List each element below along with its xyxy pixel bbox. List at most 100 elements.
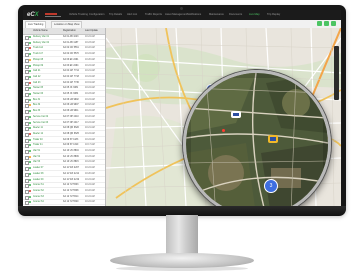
lens-cluster-marker[interactable]: 3 bbox=[264, 179, 278, 193]
list-item[interactable]: Tanker 05 KA 05 JK 3381 10:24 AM bbox=[23, 86, 105, 92]
column-vehicle-name[interactable]: Vehicle Name bbox=[33, 28, 48, 34]
list-item[interactable]: Service Car 03 KA 07 NP 4417 10:24 AM bbox=[23, 121, 105, 126]
status-dot-icon bbox=[29, 161, 31, 164]
list-item[interactable]: Tanker 06 KA 05 JK 3384 10:23 AM bbox=[23, 92, 105, 97]
list-item[interactable]: Reefer 12 KA 08 QR 6625 10:24 AM bbox=[23, 132, 105, 137]
vehicle-name: Loader 07 bbox=[33, 167, 44, 170]
nav-item[interactable]: Traffic Reports bbox=[145, 12, 162, 18]
last-update-time: 10:24 AM bbox=[85, 132, 95, 135]
list-item[interactable]: Pickup 09 KA 03 EF 2294 10:24 AM bbox=[23, 64, 105, 69]
list-item[interactable]: Truck 114 KA 02 CD 5561 10:22 AM bbox=[23, 46, 105, 52]
vehicle-registration: KA 12 YZ 5520 bbox=[63, 201, 79, 204]
list-item[interactable]: Cab 23 KA 04 GH 7730 10:19 AM bbox=[23, 81, 105, 86]
vehicle-registration: KA 08 QR 6620 bbox=[63, 127, 79, 130]
list-item[interactable]: Cab 21 KA 04 GH 7712 10:21 AM bbox=[23, 69, 105, 75]
vehicle-name: Delivery Van 02 bbox=[33, 41, 50, 44]
list-item[interactable]: Bus 32 KA 06 LM 9907 10:18 AM bbox=[23, 103, 105, 109]
list-item[interactable]: Van 52 KA 10 UV 8809 10:23 AM bbox=[23, 155, 105, 160]
nav-item[interactable]: Configuration bbox=[89, 12, 104, 18]
vehicle-registration: KA 11 WX 2212 bbox=[63, 172, 80, 175]
app-logo[interactable]: eCX bbox=[27, 11, 39, 19]
vehicle-registration: KA 11 WX 2207 bbox=[63, 167, 80, 170]
last-update-time: 10:23 AM bbox=[85, 93, 95, 95]
vehicle-registration: KA 06 LM 9902 bbox=[63, 98, 79, 101]
list-item[interactable]: Reefer 11 KA 08 QR 6620 10:21 AM bbox=[23, 126, 105, 132]
list-item[interactable]: Courier 64 KA 12 YZ 5520 10:24 AM bbox=[23, 200, 105, 206]
last-update-time: 10:24 AM bbox=[85, 195, 95, 198]
nav-item[interactable]: Alert List bbox=[127, 12, 137, 18]
status-dot-icon bbox=[29, 172, 31, 175]
vehicle-registration: KA 11 WX 2219 bbox=[63, 178, 80, 181]
status-dot-icon bbox=[29, 201, 31, 204]
vehicle-name: Tanker 05 bbox=[33, 87, 44, 90]
vehicle-marker-truck[interactable] bbox=[268, 135, 278, 143]
status-dot-icon bbox=[29, 53, 31, 56]
status-dot-icon bbox=[29, 47, 31, 50]
last-update-time: 10:24 AM bbox=[85, 98, 95, 101]
list-item[interactable]: Trailer 41 KA 09 ST 1190 10:17 AM bbox=[23, 143, 105, 149]
nav-item[interactable]: Live Map bbox=[249, 12, 260, 18]
nav-item[interactable]: Vehicle Tracking bbox=[69, 12, 88, 18]
list-item[interactable]: Delivery Van 01 KA 01 AB 1023 10:24 AM bbox=[23, 35, 105, 40]
last-update-time: 10:20 AM bbox=[85, 172, 95, 175]
list-item[interactable]: Loader 09 KA 11 WX 2219 10:24 AM bbox=[23, 178, 105, 183]
vehicle-registration: KA 03 EF 2291 bbox=[63, 58, 79, 61]
column-registration[interactable]: Registration bbox=[63, 28, 76, 34]
settings-icon[interactable] bbox=[331, 21, 336, 26]
vehicle-registration: KA 12 YZ 5514 bbox=[63, 195, 79, 198]
last-update-time: 10:21 AM bbox=[85, 70, 95, 73]
status-dot-icon bbox=[29, 184, 31, 187]
list-item[interactable]: Courier 62 KA 12 YZ 5508 10:22 AM bbox=[23, 189, 105, 194]
vehicle-registration: KA 12 YZ 5503 bbox=[63, 184, 79, 187]
list-item[interactable]: Courier 63 KA 12 YZ 5514 10:24 AM bbox=[23, 195, 105, 200]
list-item[interactable]: Bus 31 KA 06 LM 9902 10:24 AM bbox=[23, 98, 105, 103]
vehicle-registration: KA 08 QR 6625 bbox=[63, 132, 79, 135]
vehicle-registration: KA 01 AB 1187 bbox=[63, 41, 79, 44]
list-item[interactable]: Cab 22 KA 04 GH 7718 10:24 AM bbox=[23, 75, 105, 80]
last-update-time: 10:24 AM bbox=[85, 53, 95, 56]
status-dot-icon bbox=[29, 121, 31, 124]
list-item[interactable]: Delivery Van 02 KA 01 AB 1187 10:23 AM bbox=[23, 41, 105, 46]
location-pin-icon[interactable] bbox=[222, 129, 225, 132]
app-screen: eCX Vehicle Tracking Configuration Trip De… bbox=[23, 10, 341, 206]
list-item[interactable]: Loader 07 KA 11 WX 2207 10:24 AM bbox=[23, 166, 105, 172]
vehicle-list-header: Vehicle Name Registration Last Update bbox=[23, 28, 105, 35]
vehicle-registration: KA 09 ST 1183 bbox=[63, 138, 79, 141]
status-dot-icon bbox=[29, 64, 31, 67]
last-update-time: 10:24 AM bbox=[85, 64, 95, 67]
list-item[interactable]: Service Car 02 KA 07 NP 4410 10:22 AM bbox=[23, 115, 105, 120]
last-update-time: 10:24 AM bbox=[85, 110, 95, 113]
vehicle-name: Cab 23 bbox=[33, 81, 41, 84]
list-item[interactable]: Courier 61 KA 12 YZ 5503 10:24 AM bbox=[23, 183, 105, 189]
last-update-time: 10:24 AM bbox=[85, 150, 95, 152]
list-item[interactable]: Trailer 40 KA 09 ST 1183 10:24 AM bbox=[23, 138, 105, 143]
nav-item[interactable]: Maintenance bbox=[209, 12, 224, 18]
last-update-time: 10:22 AM bbox=[85, 47, 95, 50]
map-side-controls[interactable] bbox=[334, 46, 339, 100]
vehicle-name: Trailer 40 bbox=[33, 138, 43, 141]
column-last-update[interactable]: Last Update bbox=[85, 28, 98, 34]
list-item[interactable]: Bus 33 KA 06 LM 9911 10:24 AM bbox=[23, 109, 105, 115]
last-update-time: 10:23 AM bbox=[85, 155, 95, 158]
vehicle-marker-car[interactable] bbox=[231, 111, 241, 118]
nav-item[interactable]: Documents bbox=[229, 12, 242, 18]
last-update-time: 10:24 AM bbox=[85, 87, 95, 90]
nav-item[interactable]: Asset Management bbox=[165, 12, 187, 18]
list-item[interactable]: Pickup 08 KA 03 EF 2291 10:20 AM bbox=[23, 58, 105, 63]
nav-item[interactable]: Trip Details bbox=[109, 12, 122, 18]
vehicle-name: Courier 62 bbox=[33, 189, 44, 192]
status-dot-icon bbox=[29, 75, 31, 78]
nav-item[interactable]: Trip Replay bbox=[267, 12, 280, 18]
list-item[interactable]: Loader 08 KA 11 WX 2212 10:20 AM bbox=[23, 172, 105, 177]
list-item[interactable]: Truck 117 KA 02 CD 5570 10:24 AM bbox=[23, 52, 105, 58]
satellite-magnifier[interactable]: 3 bbox=[183, 70, 331, 206]
expand-icon[interactable] bbox=[324, 21, 329, 26]
vehicle-name: Reefer 12 bbox=[33, 132, 44, 135]
vehicle-registration: KA 02 CD 5561 bbox=[63, 47, 79, 50]
list-item[interactable]: Van 51 KA 10 UV 8804 10:24 AM bbox=[23, 149, 105, 154]
nav-item[interactable]: Notifications bbox=[187, 12, 201, 18]
refresh-icon[interactable] bbox=[317, 21, 322, 26]
logo-accent-bar bbox=[45, 13, 57, 15]
monitor-bezel: eCX Vehicle Tracking Configuration Trip De… bbox=[18, 5, 346, 215]
list-item[interactable]: Van 53 KA 10 UV 8815 10:24 AM bbox=[23, 160, 105, 166]
